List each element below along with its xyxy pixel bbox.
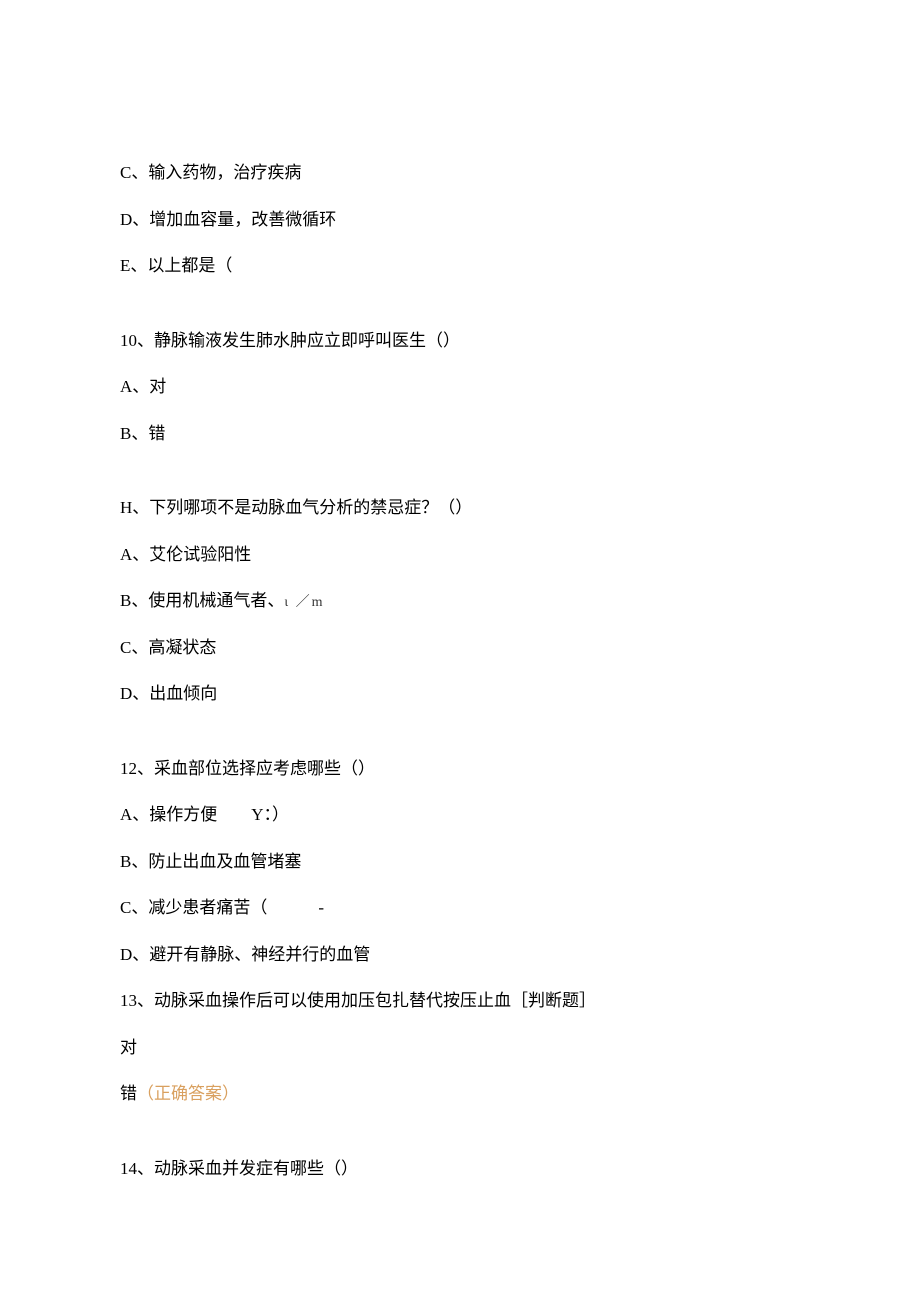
q12-option-a-suffix: Y：） — [217, 805, 289, 824]
q12-option-a-text: A、操作方便 — [120, 805, 217, 824]
spacer — [120, 728, 800, 756]
q11-option-d: D、出血倾向 — [120, 681, 800, 707]
q12-option-b: B、防止出血及血管堵塞 — [120, 849, 800, 875]
q13-option-false-text: 错 — [120, 1084, 137, 1103]
q10-option-b: B、错 — [120, 421, 800, 447]
q11-option-a: A、艾伦试验阳性 — [120, 542, 800, 568]
document-page: C、输入药物，治疗疾病 D、增加血容量，改善微循环 E、以上都是（ 10、静脉输… — [0, 0, 920, 1282]
q12-option-c-suffix: - — [267, 898, 324, 917]
q13-option-true: 对 — [120, 1035, 800, 1061]
spacer — [120, 1128, 800, 1156]
q9-option-d: D、增加血容量，改善微循环 — [120, 207, 800, 233]
q12-option-c-text: C、减少患者痛苦（ — [120, 898, 267, 917]
q11-option-b-text: B、使用机械通气者、 — [120, 591, 284, 610]
q13-stem: 13、动脉采血操作后可以使用加压包扎替代按压止血［判断题］ — [120, 988, 800, 1014]
q11-option-c: C、高凝状态 — [120, 635, 800, 661]
q13-correct-answer-label: （正确答案） — [137, 1084, 239, 1103]
q14-stem: 14、动脉采血并发症有哪些（） — [120, 1156, 800, 1182]
q12-option-a: A、操作方便 Y：） — [120, 802, 800, 828]
spacer — [120, 467, 800, 495]
q10-option-a: A、对 — [120, 374, 800, 400]
q9-option-e: E、以上都是（ — [120, 253, 800, 279]
q12-stem: 12、采血部位选择应考虑哪些（） — [120, 756, 800, 782]
q11-option-b-symbol: ι ／m — [284, 595, 324, 610]
spacer — [120, 300, 800, 328]
q13-option-false: 错（正确答案） — [120, 1081, 800, 1107]
q12-option-c: C、减少患者痛苦（ - — [120, 895, 800, 921]
q10-stem: 10、静脉输液发生肺水肿应立即呼叫医生（） — [120, 328, 800, 354]
q9-option-c: C、输入药物，治疗疾病 — [120, 160, 800, 186]
q11-stem: H、下列哪项不是动脉血气分析的禁忌症？（） — [120, 495, 800, 521]
q12-option-d: D、避开有静脉、神经并行的血管 — [120, 942, 800, 968]
q11-option-b: B、使用机械通气者、ι ／m — [120, 588, 800, 614]
